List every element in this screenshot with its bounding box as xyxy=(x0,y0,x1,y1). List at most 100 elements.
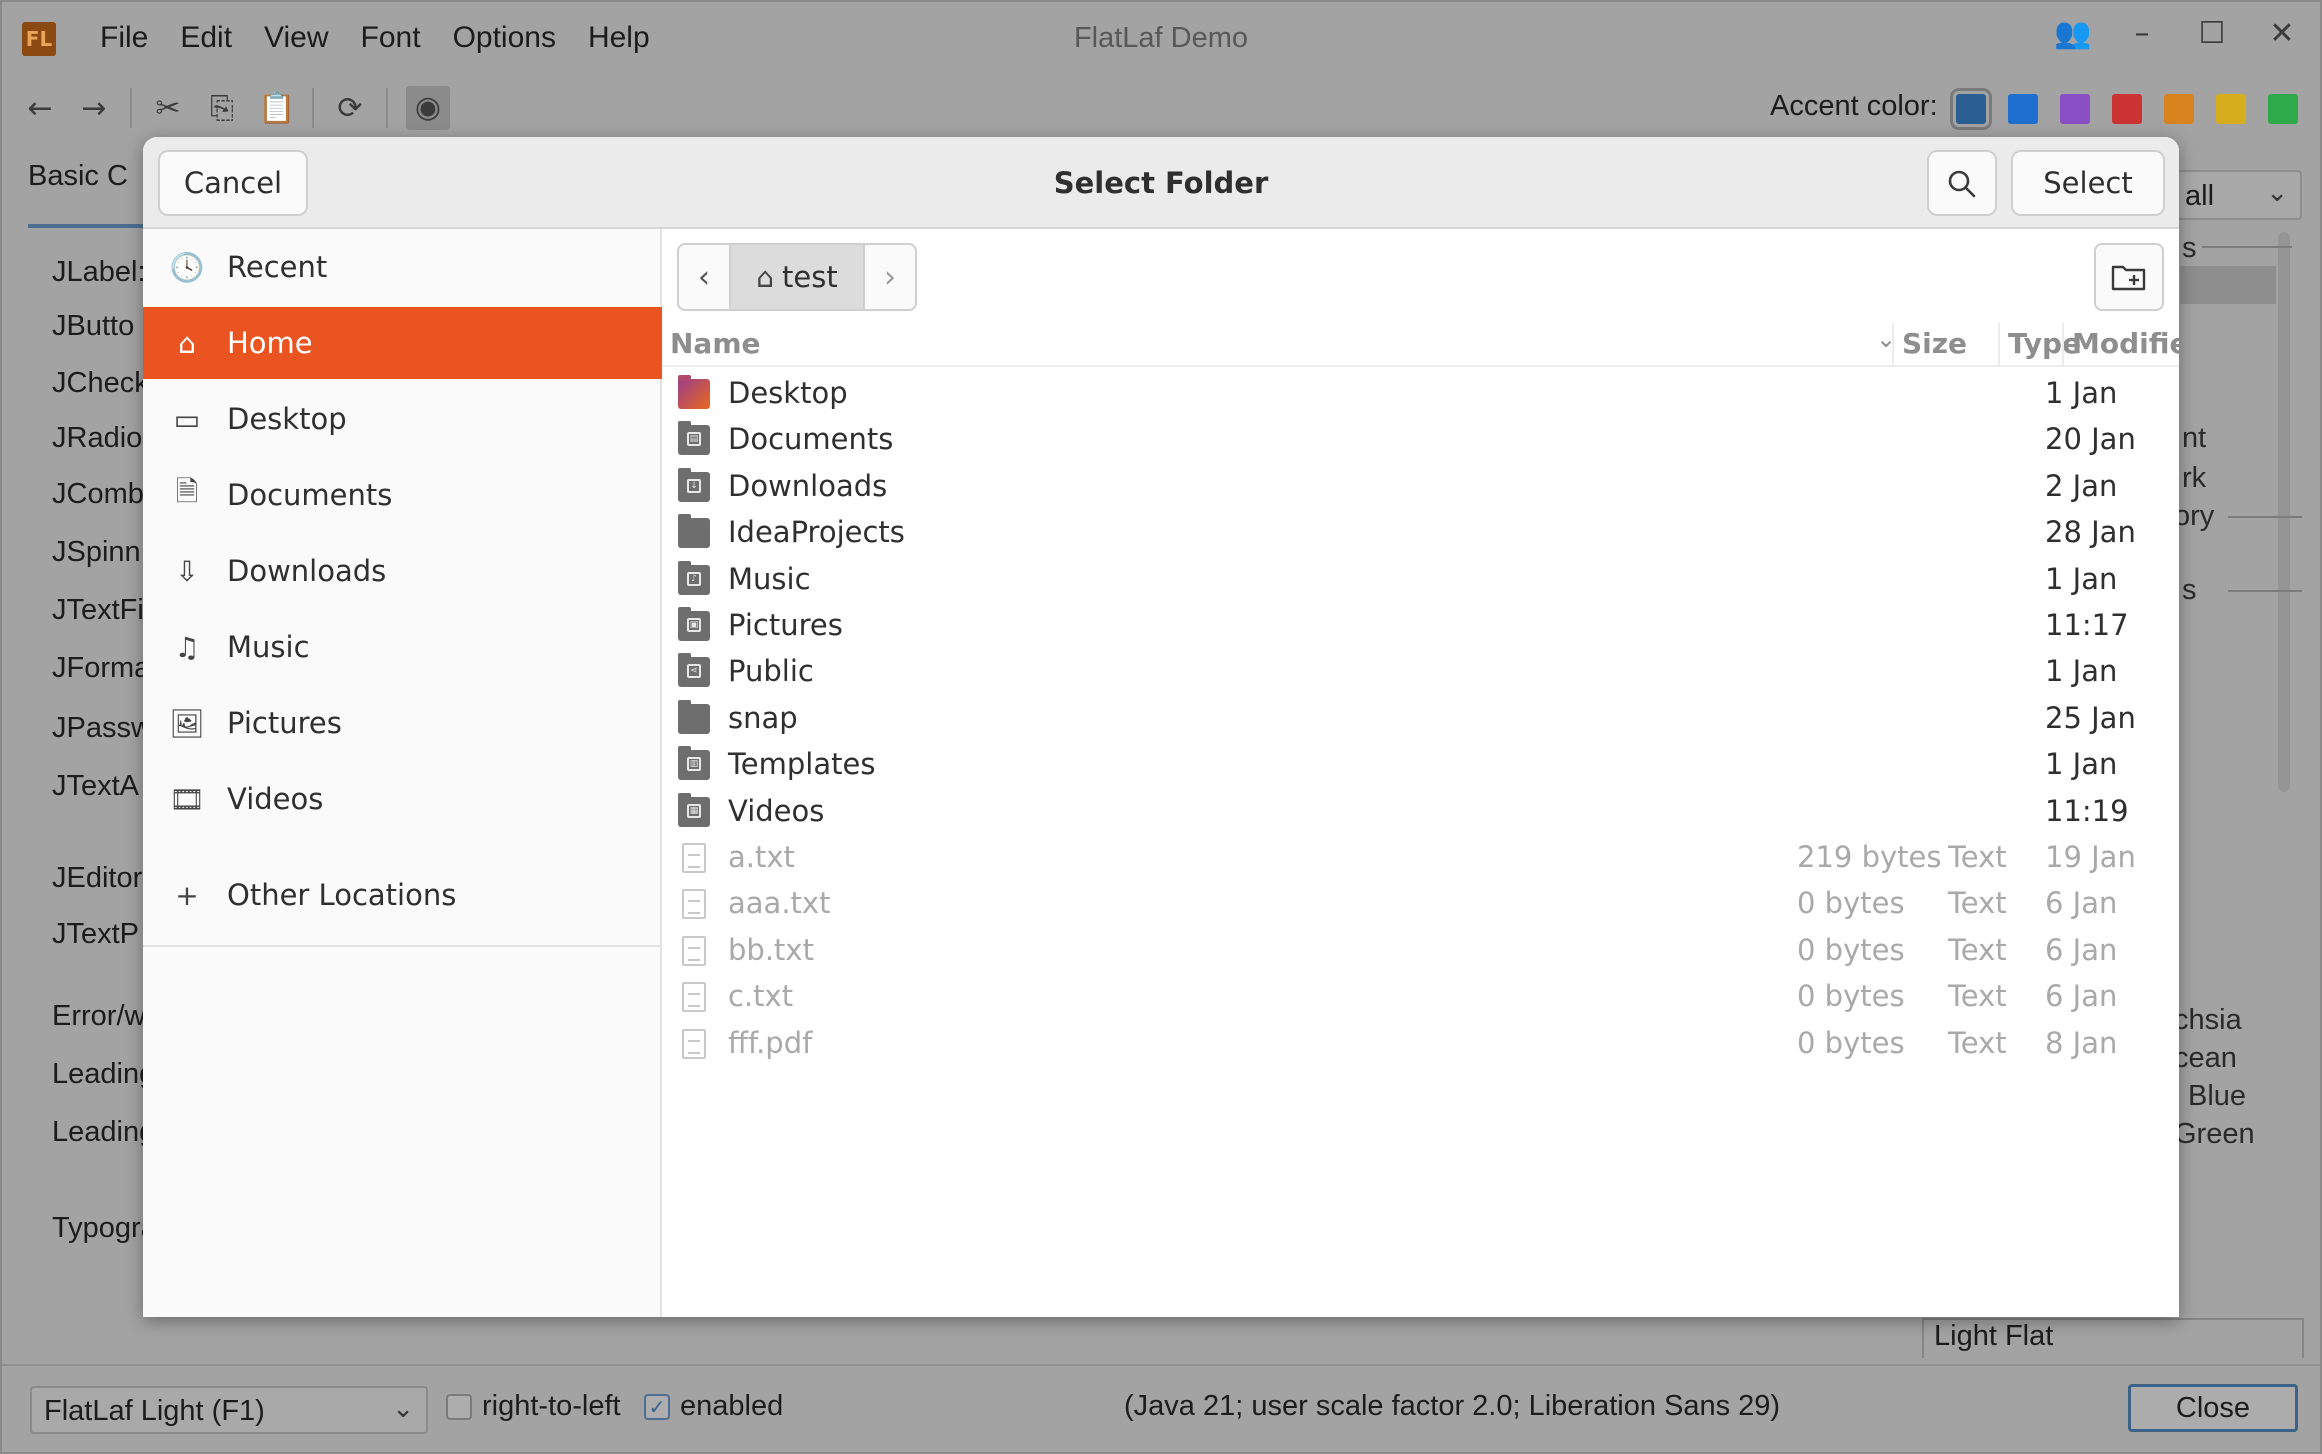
path-crumb-home[interactable]: ⌂ test xyxy=(729,245,865,309)
laf-combo[interactable]: FlatLaf Light (F1) ⌄ xyxy=(30,1386,428,1434)
accent-swatch[interactable] xyxy=(2112,94,2142,124)
column-header-size[interactable]: Size xyxy=(1902,327,1967,360)
toolbar: ← → ✂ ⎘ 📋 ⟳ ◉ xyxy=(22,84,450,132)
folder-icon xyxy=(678,700,710,734)
file-list-header: Name ⌄ Size Type Modified xyxy=(662,323,2179,367)
file-size: 0 bytes xyxy=(1797,979,1905,1013)
file-row[interactable]: ▥ Templates 1 Jan xyxy=(662,744,2179,790)
paste-icon[interactable]: 📋 xyxy=(258,91,295,126)
file-modified: 25 Jan xyxy=(2045,701,2136,735)
eye-icon[interactable]: ◉ xyxy=(406,86,450,130)
file-modified: 1 Jan xyxy=(2045,654,2118,688)
scrollbar[interactable] xyxy=(2278,232,2290,792)
music-icon: ♫ xyxy=(174,630,200,664)
column-header-name[interactable]: Name xyxy=(670,327,761,360)
text-file-icon xyxy=(682,1029,706,1059)
new-folder-button[interactable] xyxy=(2094,243,2164,311)
sidebar-item-recent[interactable]: 🕓 Recent xyxy=(143,231,662,303)
file-row[interactable]: ▣ Pictures 11:17 xyxy=(662,605,2179,651)
toolbar-separator xyxy=(130,88,132,128)
right-panel-label: ory xyxy=(2174,500,2215,532)
users-icon[interactable]: 👥 xyxy=(2054,16,2091,51)
sidebar-item-videos[interactable]: 🎞 Videos xyxy=(143,763,662,835)
accent-swatch[interactable] xyxy=(2164,94,2194,124)
theme-list[interactable]: Light Flat xyxy=(1922,1318,2304,1358)
theme-list-item[interactable]: Light Flat xyxy=(1934,1320,2053,1353)
sidebar-item-pictures[interactable]: 🖼 Pictures xyxy=(143,687,662,759)
file-row[interactable]: a.txt 219 bytes Text 19 Jan xyxy=(662,837,2179,883)
file-row[interactable]: Desktop 1 Jan xyxy=(662,373,2179,419)
filter-combo[interactable]: all ⌄ xyxy=(2177,170,2302,220)
file-row[interactable]: c.txt 0 bytes Text 6 Jan xyxy=(662,976,2179,1022)
list-selection xyxy=(2180,266,2276,304)
toolbar-separator xyxy=(312,88,314,128)
sidebar-item-home[interactable]: ⌂ Home xyxy=(143,307,662,379)
folder-icon: ▥ xyxy=(678,746,710,780)
file-name: a.txt xyxy=(728,840,795,874)
file-row[interactable]: ♪ Music 1 Jan xyxy=(662,559,2179,605)
menu-help[interactable]: Help xyxy=(572,18,666,58)
text-file-icon xyxy=(682,936,706,966)
folder-icon: ⋖ xyxy=(678,653,710,687)
menu-view[interactable]: View xyxy=(248,18,344,58)
menu-edit[interactable]: Edit xyxy=(164,18,248,58)
sidebar-item-desktop[interactable]: ▭ Desktop xyxy=(143,383,662,455)
chevron-right-icon[interactable]: › xyxy=(865,245,915,309)
accent-swatch[interactable] xyxy=(2216,94,2246,124)
back-icon[interactable]: ← xyxy=(22,91,58,126)
sidebar-item-other-locations[interactable]: + Other Locations xyxy=(143,859,662,931)
close-button[interactable]: Close xyxy=(2128,1384,2298,1432)
sidebar-item-documents[interactable]: 🗎 Documents xyxy=(143,459,662,531)
clock-icon: 🕓 xyxy=(169,250,205,284)
file-row[interactable]: ↓ Downloads 2 Jan xyxy=(662,466,2179,512)
cancel-button[interactable]: Cancel xyxy=(158,150,308,216)
sidebar-item-music[interactable]: ♫ Music xyxy=(143,611,662,683)
file-modified: 19 Jan xyxy=(2045,840,2136,874)
menu-options[interactable]: Options xyxy=(437,18,572,58)
column-divider xyxy=(1998,323,2000,367)
file-name: Music xyxy=(728,562,811,596)
column-header-modified[interactable]: Modified xyxy=(2072,327,2179,360)
sidebar-item-downloads[interactable]: ⇩ Downloads xyxy=(143,535,662,607)
enabled-label: enabled xyxy=(680,1390,784,1422)
chevron-left-icon[interactable]: ‹ xyxy=(679,245,729,309)
copy-icon[interactable]: ⎘ xyxy=(204,91,240,126)
minimize-icon[interactable]: – xyxy=(2124,16,2160,51)
accent-swatch[interactable] xyxy=(1950,88,1992,130)
picture-icon: 🖼 xyxy=(169,706,205,740)
select-button[interactable]: Select xyxy=(2011,150,2165,216)
file-row[interactable]: ▤ Documents 20 Jan xyxy=(662,419,2179,465)
search-button[interactable] xyxy=(1927,150,1997,216)
video-icon: 🎞 xyxy=(169,782,205,816)
menu-font[interactable]: Font xyxy=(345,18,437,58)
rtl-checkbox[interactable]: right-to-left xyxy=(446,1390,621,1423)
checkmark-icon[interactable]: ✓ xyxy=(644,1393,670,1420)
forward-icon[interactable]: → xyxy=(76,91,112,126)
folder-emblem-icon: ♪ xyxy=(687,572,701,586)
file-name: Templates xyxy=(728,747,876,781)
cut-icon[interactable]: ✂ xyxy=(150,91,186,126)
component-label: JLabel: xyxy=(52,256,146,288)
refresh-icon[interactable]: ⟳ xyxy=(332,91,368,126)
file-row[interactable]: bb.txt 0 bytes Text 6 Jan xyxy=(662,930,2179,976)
accent-swatch[interactable] xyxy=(2008,94,2038,124)
checkbox-box[interactable] xyxy=(446,1393,472,1420)
file-row[interactable]: fff.pdf 0 bytes Text 8 Jan xyxy=(662,1023,2179,1069)
file-row[interactable]: aaa.txt 0 bytes Text 6 Jan xyxy=(662,883,2179,929)
folder-icon: ▣ xyxy=(678,607,710,641)
file-name: bb.txt xyxy=(728,933,814,967)
menu-file[interactable]: File xyxy=(84,18,164,58)
file-row[interactable]: snap 25 Jan xyxy=(662,698,2179,744)
accent-swatch[interactable] xyxy=(2268,94,2298,124)
column-header-type[interactable]: Type xyxy=(2008,327,2081,360)
accent-swatch[interactable] xyxy=(2060,94,2090,124)
home-icon: ⌂ xyxy=(756,260,775,294)
maximize-icon[interactable]: ☐ xyxy=(2194,16,2230,51)
file-row[interactable]: IdeaProjects 28 Jan xyxy=(662,512,2179,558)
enabled-checkbox[interactable]: ✓ enabled xyxy=(644,1390,783,1423)
tab-basic-components[interactable]: Basic C xyxy=(28,160,148,193)
file-row[interactable]: ⋖ Public 1 Jan xyxy=(662,651,2179,697)
file-row[interactable]: ▦ Videos 11:19 xyxy=(662,791,2179,837)
file-name: IdeaProjects xyxy=(728,515,905,549)
close-window-icon[interactable]: ✕ xyxy=(2264,16,2300,51)
